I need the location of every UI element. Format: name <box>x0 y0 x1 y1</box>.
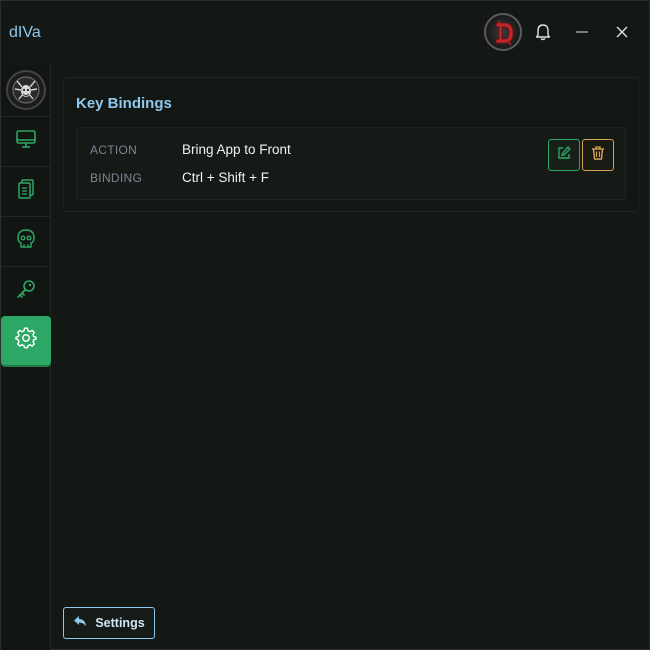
skull-icon <box>15 228 37 255</box>
key-bindings-panel: Key Bindings ACTION Bring App to Front B… <box>63 77 639 212</box>
gear-icon <box>15 327 37 354</box>
clipboard-icon <box>15 178 37 205</box>
sidebar-item-monitor[interactable] <box>1 116 50 165</box>
binding-label: BINDING <box>90 171 143 185</box>
sidebar-item-clipboard[interactable] <box>1 166 50 215</box>
back-to-settings-button[interactable]: Settings <box>63 607 155 639</box>
app-title: dIVa <box>9 24 41 41</box>
reply-arrow-icon <box>73 614 87 632</box>
key-icon <box>15 278 37 305</box>
minimize-icon[interactable] <box>569 19 595 45</box>
title-bar: dIVa <box>1 1 650 65</box>
action-value: Bring App to Front <box>182 142 291 157</box>
sidebar-item-skull[interactable] <box>1 216 50 265</box>
monitor-icon <box>15 128 37 155</box>
binding-card: ACTION Bring App to Front BINDING Ctrl +… <box>76 127 626 200</box>
bell-icon[interactable] <box>530 19 556 45</box>
back-button-label: Settings <box>95 616 145 630</box>
diablo-logo-icon[interactable] <box>484 13 522 51</box>
app-window: dIVa Key Bindings ACTION Bring App to Fr… <box>0 0 650 650</box>
edit-icon <box>556 145 572 166</box>
section-title: Key Bindings <box>76 95 172 112</box>
sidebar <box>1 65 51 650</box>
sidebar-item-settings[interactable] <box>1 316 51 365</box>
close-icon[interactable] <box>609 19 635 45</box>
action-label: ACTION <box>90 143 138 157</box>
binding-value: Ctrl + Shift + F <box>182 170 270 185</box>
edit-binding-button[interactable] <box>548 139 580 171</box>
trash-icon <box>590 145 606 166</box>
demon-emblem-icon[interactable] <box>6 70 46 110</box>
delete-binding-button[interactable] <box>582 139 614 171</box>
sidebar-item-key[interactable] <box>1 266 50 315</box>
